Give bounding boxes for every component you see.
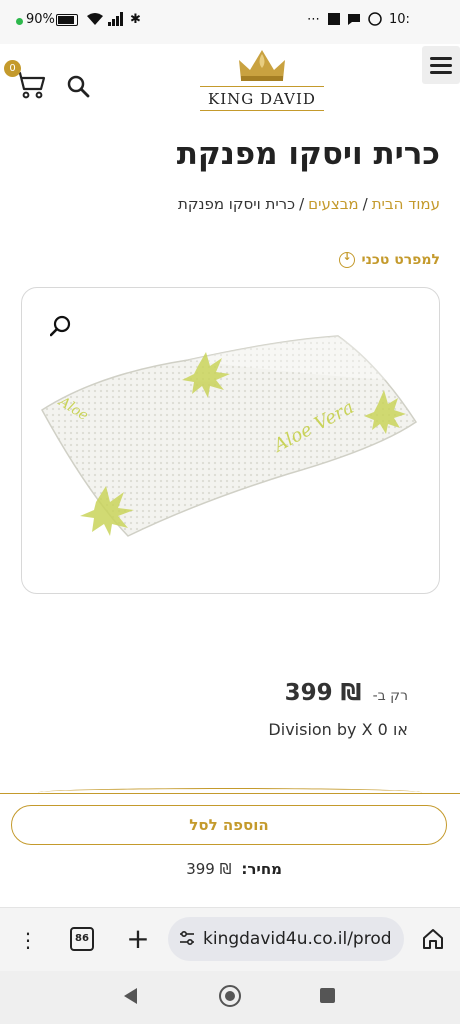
address-bar[interactable]: kingdavid4u.co.il/prod xyxy=(168,917,404,961)
tech-spec-label: למפרט טכני xyxy=(361,252,440,268)
notification-chat-icon xyxy=(347,12,361,30)
product-image-gallery[interactable]: Aloe Vera Aloe xyxy=(21,287,440,594)
breadcrumb-current: כרית ויסקו מפנקת xyxy=(177,195,296,213)
arrow-down-circle-icon xyxy=(339,250,356,268)
wifi-icon xyxy=(86,12,104,30)
breadcrumb-separator: / xyxy=(362,195,368,213)
logo-divider-bottom xyxy=(200,110,324,111)
sticky-price-label: מחיר: xyxy=(241,860,282,878)
cart-icon xyxy=(15,71,46,99)
search-icon xyxy=(67,75,90,98)
more-notifications-icon: ⋯ xyxy=(307,12,320,27)
crown-icon xyxy=(239,50,285,81)
home-nav-icon[interactable] xyxy=(219,985,241,1007)
site-header: 0 KING DAVID xyxy=(0,44,460,122)
site-logo[interactable]: KING DAVID xyxy=(198,46,326,112)
browser-menu-icon[interactable]: ⋮ xyxy=(18,928,38,952)
breadcrumb-separator: / xyxy=(299,195,305,213)
search-button[interactable] xyxy=(66,74,90,98)
breadcrumb-sales-link[interactable]: מבצעים xyxy=(308,195,358,213)
product-title: כרית ויסקו מפנקת xyxy=(176,136,440,172)
home-icon[interactable] xyxy=(422,928,444,950)
breadcrumb: עמוד הבית/מבצעים/כרית ויסקו מפנקת xyxy=(20,195,440,213)
sticky-price: מחיר: ₪ 399 xyxy=(186,860,282,878)
breadcrumb-home-link[interactable]: עמוד הבית xyxy=(372,195,440,213)
bluetooth-icon: ✱ xyxy=(130,12,141,27)
back-icon[interactable] xyxy=(124,988,137,1004)
whatsapp-icon xyxy=(368,12,382,30)
tech-spec-link[interactable]: למפרט טכני xyxy=(339,250,440,268)
cart-count-badge: 0 xyxy=(4,60,21,77)
logo-text: KING DAVID xyxy=(208,90,316,108)
new-tab-icon[interactable]: + xyxy=(126,922,150,955)
pillow-product-image: Aloe Vera Aloe xyxy=(41,335,418,537)
logo-divider-top xyxy=(200,86,324,87)
signal-icon xyxy=(108,12,124,30)
battery-icon xyxy=(56,14,78,26)
price-block: רק ב- ₪ 399 xyxy=(285,680,408,706)
tab-switcher-button[interactable]: 86 xyxy=(70,927,94,951)
installments-text: או 0 Division by X xyxy=(268,720,408,739)
recent-apps-icon[interactable] xyxy=(320,988,335,1003)
add-to-cart-button[interactable]: הוספה לסל xyxy=(11,805,447,845)
price-prefix: רק ב- xyxy=(372,688,408,704)
notification-app-icon xyxy=(327,12,341,30)
sticky-price-value: ₪ 399 xyxy=(186,860,232,878)
site-settings-icon[interactable] xyxy=(178,929,196,947)
product-price: ₪ 399 xyxy=(284,680,362,706)
sticky-add-to-cart-bar: הוספה לסל מחיר: ₪ 399 xyxy=(0,793,460,906)
clock: 10: xyxy=(389,12,410,27)
notification-dot-icon xyxy=(16,18,23,25)
menu-button[interactable] xyxy=(422,46,460,84)
battery-percent: 90% xyxy=(26,12,55,27)
cart-button[interactable] xyxy=(14,70,46,100)
browser-toolbar: ⋮ 86 + kingdavid4u.co.il/prod xyxy=(0,907,460,972)
system-navigation-bar xyxy=(0,971,460,1024)
url-text[interactable]: kingdavid4u.co.il/prod xyxy=(203,929,401,949)
status-bar: 90% ✱ ⋯ 10: xyxy=(0,0,460,44)
